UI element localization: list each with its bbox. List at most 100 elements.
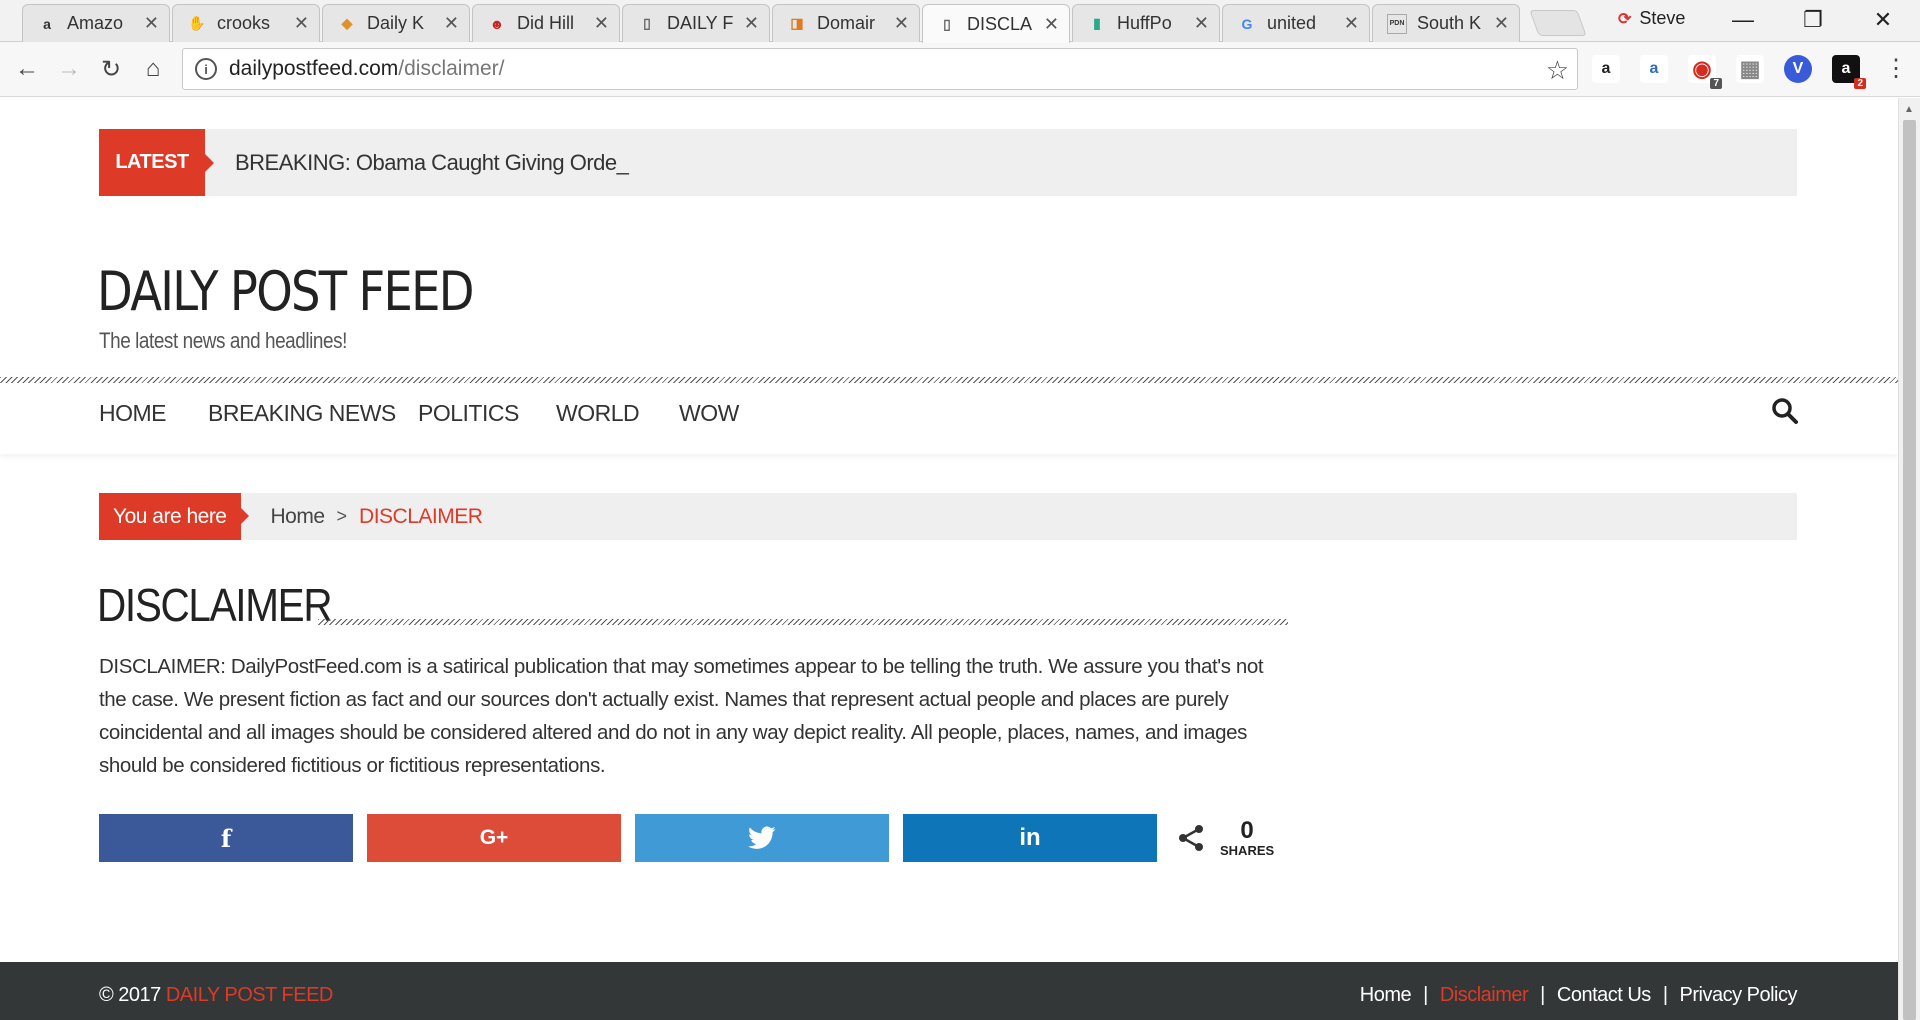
amazon-dark-icon[interactable]: a2 (1832, 55, 1866, 89)
close-icon[interactable]: ✕ (1194, 13, 1209, 34)
back-button[interactable]: ← (10, 52, 44, 86)
tab-title: South K (1417, 13, 1482, 33)
tab-title: Amazo (67, 13, 124, 33)
extension-badge: 2 (1854, 78, 1866, 89)
tab-amazon[interactable]: a Amazo ✕ (22, 4, 170, 42)
amazon-icon[interactable]: a (1592, 55, 1620, 83)
footer-copyright: © 2017 DAILY POST FEED (99, 984, 333, 1007)
close-icon[interactable]: ✕ (1494, 13, 1509, 34)
tab-crooks[interactable]: ✋ crooks ✕ (172, 4, 320, 42)
site-footer: © 2017 DAILY POST FEED Home | Disclaimer… (0, 962, 1898, 1020)
footer-separator: | (1662, 984, 1668, 1006)
footer-link-contact[interactable]: Contact Us (1557, 984, 1651, 1007)
close-icon[interactable]: ✕ (144, 13, 159, 34)
close-icon[interactable]: ✕ (1044, 14, 1059, 35)
breadcrumb-home[interactable]: Home (271, 505, 326, 529)
tab-title: united (1267, 13, 1317, 33)
minimize-button[interactable]: — (1712, 0, 1774, 40)
linkedin-share-button[interactable]: in (903, 814, 1157, 862)
restore-button[interactable]: ❐ (1782, 0, 1844, 40)
close-icon[interactable]: ✕ (294, 13, 309, 34)
opera-icon[interactable]: ◉ 7 (1688, 55, 1722, 89)
heading-divider (318, 619, 1288, 625)
breadcrumb-label: You are here (99, 493, 248, 540)
close-icon[interactable]: ✕ (594, 13, 609, 34)
tab-disclaimer[interactable]: ▯ DISCLA ✕ (922, 4, 1070, 43)
tab-domain[interactable]: ◨ Domair ✕ (772, 4, 920, 42)
tab-title: Daily K (367, 13, 425, 33)
site-title[interactable]: DAILY POST FEED (97, 260, 474, 323)
scroll-up-icon[interactable]: ▲ (1904, 104, 1914, 115)
page-title: DISCLAIMER (97, 579, 333, 631)
page-scrollbar[interactable]: ▲ (1898, 98, 1920, 1020)
tab-title: Did Hill (517, 13, 575, 33)
kebab-menu-icon[interactable]: ⋮ (1884, 54, 1908, 83)
google-plus-share-button[interactable]: G+ (367, 814, 621, 862)
facebook-icon: f (220, 823, 232, 853)
extension-label: a (1649, 60, 1659, 77)
profile-icon: ⟳ (1618, 10, 1632, 28)
forward-button[interactable]: → (52, 52, 86, 86)
footer-link-privacy[interactable]: Privacy Policy (1680, 984, 1798, 1007)
tab-daily-kos[interactable]: ◆ Daily K ✕ (322, 4, 470, 42)
close-icon[interactable]: ✕ (444, 13, 459, 34)
google-icon: G (1241, 15, 1253, 32)
share-count-label: SHARES (1220, 842, 1275, 858)
screen-icon[interactable]: ▦ (1736, 55, 1764, 83)
share-count-number: 0 (1240, 816, 1254, 844)
nav-politics[interactable]: POLITICS (418, 400, 519, 427)
tab-south-k[interactable]: PDN South K ✕ (1372, 4, 1520, 42)
tab-did-hill[interactable]: ☻ Did Hill ✕ (472, 4, 620, 42)
scrollbar-thumb[interactable] (1903, 120, 1916, 1020)
bookmark-star-icon[interactable]: ☆ (1546, 55, 1569, 86)
v-icon[interactable]: V (1784, 55, 1812, 83)
ticker-label: LATEST (99, 129, 214, 196)
url-path: /disclaimer/ (398, 57, 505, 80)
close-window-button[interactable]: ✕ (1852, 0, 1914, 40)
footer-links: Home | Disclaimer | Contact Us | Privacy… (1360, 984, 1798, 1007)
latest-ticker: LATEST BREAKING: Obama Caught Giving Ord… (99, 129, 1797, 196)
tab-title: DISCLA (967, 13, 1033, 34)
footer-brand-link[interactable]: DAILY POST FEED (166, 984, 334, 1006)
info-icon[interactable]: i (195, 58, 217, 80)
page-viewport: LATEST BREAKING: Obama Caught Giving Ord… (0, 98, 1898, 1020)
twitter-icon (748, 826, 776, 849)
footer-link-home[interactable]: Home (1360, 984, 1412, 1007)
facebook-share-button[interactable]: f (99, 814, 353, 862)
tab-daily-f[interactable]: ▯ DAILY F ✕ (622, 4, 770, 42)
disclaimer-text: DISCLAIMER: DailyPostFeed.com is a satir… (99, 655, 1264, 777)
amazon-assistant-icon[interactable]: a (1640, 55, 1668, 83)
breadcrumb-separator: > (336, 506, 348, 526)
home-button[interactable]: ⌂ (136, 52, 170, 86)
close-icon[interactable]: ✕ (1344, 13, 1359, 34)
ticker-headline[interactable]: BREAKING: Obama Caught Giving Orde_ (235, 150, 629, 176)
twitter-share-button[interactable] (635, 814, 889, 862)
tab-huffpost[interactable]: ▮ HuffPo ✕ (1072, 4, 1220, 42)
new-tab-button[interactable] (1529, 10, 1587, 36)
nav-breaking-news[interactable]: BREAKING NEWS (208, 400, 396, 427)
extension-label: ▦ (1739, 56, 1761, 81)
profile-name: Steve (1639, 8, 1686, 28)
huffpost-icon: ▮ (1093, 15, 1101, 31)
google-plus-icon: G+ (479, 826, 509, 849)
tab-title: HuffPo (1117, 13, 1172, 33)
url-host: dailypostfeed.com (229, 57, 399, 80)
footer-year: © 2017 (99, 984, 161, 1006)
profile-button[interactable]: ⟳ Steve (1618, 8, 1685, 29)
nav-wow[interactable]: WOW (679, 400, 739, 427)
extension-badge: 7 (1710, 78, 1722, 89)
close-icon[interactable]: ✕ (744, 13, 759, 34)
address-bar[interactable]: i dailypostfeed.com/disclaimer/ ☆ (182, 48, 1578, 90)
search-icon[interactable] (1770, 396, 1800, 426)
tab-title: DAILY F (667, 13, 734, 33)
close-icon[interactable]: ✕ (894, 13, 909, 34)
tab-united[interactable]: G united ✕ (1222, 4, 1370, 42)
share-icon (1179, 825, 1203, 851)
footer-link-disclaimer[interactable]: Disclaimer (1440, 984, 1529, 1007)
pdn-icon: PDN (1387, 13, 1407, 34)
nav-world[interactable]: WORLD (556, 400, 640, 427)
reload-button[interactable]: ↻ (94, 52, 128, 86)
main-nav: HOME BREAKING NEWS POLITICS WORLD WOW (0, 374, 1898, 454)
footer-separator: | (1423, 984, 1428, 1006)
nav-home[interactable]: HOME (99, 400, 167, 427)
